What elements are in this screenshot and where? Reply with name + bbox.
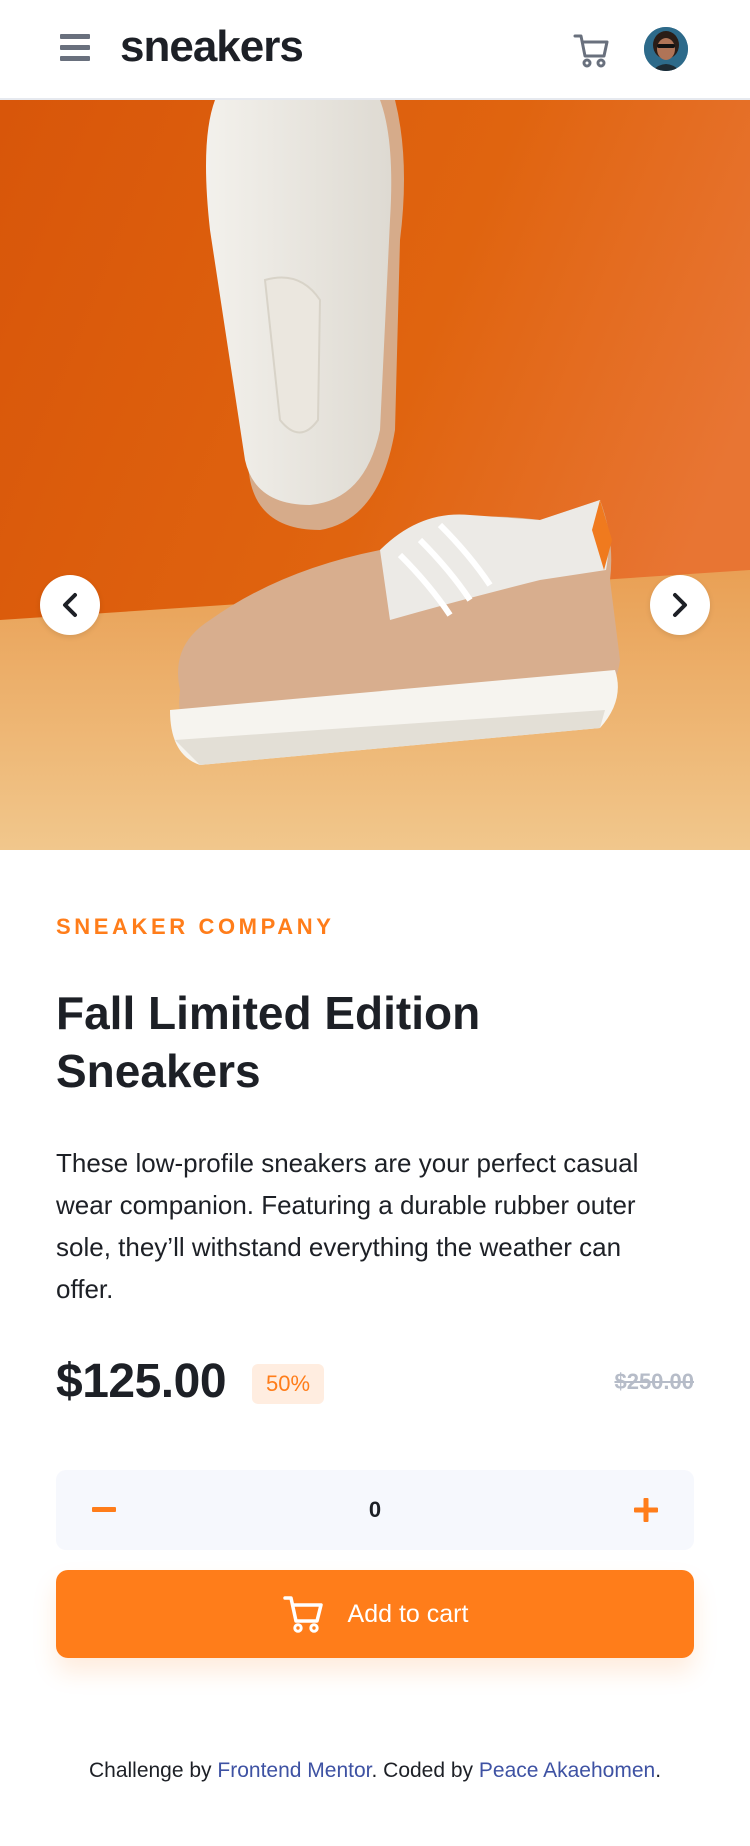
add-to-cart-button[interactable]: Add to cart [56,1570,694,1658]
chevron-left-icon [63,593,77,617]
menu-line [60,34,90,39]
original-price: $250.00 [614,1369,694,1394]
product-title: Fall Limited Edition Sneakers [56,987,481,1097]
product-image-gallery [0,100,750,850]
attribution-footer: Challenge by Frontend Mentor. Coded by P… [0,1756,750,1786]
cart-icon[interactable] [572,30,612,70]
product-photo [0,100,750,850]
attribution-middle: . Coded by [371,1759,479,1782]
attribution-suffix: . [655,1759,662,1782]
add-to-cart-label: Add to cart [347,1599,469,1628]
minus-icon [92,1507,116,1512]
current-price: $125.00 [56,1355,227,1408]
previous-image-button[interactable] [40,575,100,635]
user-avatar[interactable] [644,27,688,71]
product-description: These low-profile sneakers are your perf… [56,1148,639,1304]
hamburger-menu-icon[interactable] [58,31,92,65]
next-image-button[interactable] [650,575,710,635]
attribution-prefix: Challenge by [88,1759,218,1782]
site-header: sneakers [0,0,750,100]
quantity-value: 0 [368,1497,382,1522]
increase-quantity-button[interactable] [606,1470,686,1550]
company-name: SNEAKER COMPANY [56,914,335,939]
frontend-mentor-link[interactable]: Frontend Mentor [217,1759,371,1782]
quantity-stepper: 0 [56,1470,694,1550]
menu-line [60,45,90,50]
cart-icon [282,1596,323,1633]
menu-line [60,56,90,61]
site-logo[interactable]: sneakers [120,22,304,72]
decrease-quantity-button[interactable] [64,1470,144,1550]
discount-badge: 50% [252,1364,324,1404]
plus-icon [634,1498,658,1522]
author-link[interactable]: Peace Akaehomen [479,1759,655,1782]
chevron-right-icon [673,593,687,617]
